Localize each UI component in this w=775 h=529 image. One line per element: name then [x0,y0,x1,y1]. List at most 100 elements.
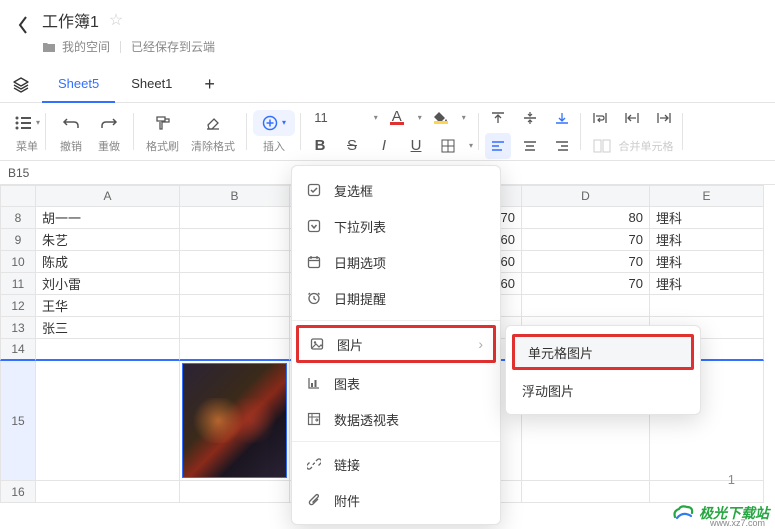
watermark-text: 极光下载站 [699,503,769,523]
menu-item-pivot[interactable]: 数据透视表 [292,401,500,437]
col-header-B[interactable]: B [180,185,290,207]
valign-middle-button[interactable] [517,105,543,131]
link-icon [306,456,322,472]
italic-button[interactable]: I [371,133,397,159]
add-sheet-button[interactable]: + [188,74,231,95]
undo-label: 撤销 [60,138,82,154]
cell[interactable] [180,295,290,317]
cell[interactable] [36,361,180,481]
cell[interactable]: 70 [522,273,650,295]
back-button[interactable] [16,8,30,36]
menu-item-image[interactable]: 图片› [296,325,496,363]
menu-separator [292,441,500,442]
row-header[interactable]: 13 [0,317,36,339]
align-left-button[interactable] [485,133,511,159]
insert-button[interactable]: ▾ [253,110,295,136]
undo-button[interactable] [58,110,84,136]
clear-format-label: 清除格式 [191,138,235,154]
row-header[interactable]: 11 [0,273,36,295]
row-header[interactable]: 16 [0,481,36,503]
underline-button[interactable]: U [403,133,429,159]
menu-item-dropdown[interactable]: 下拉列表 [292,208,500,244]
menu-item-attachment[interactable]: 附件 [292,482,500,518]
redo-button[interactable] [96,110,122,136]
clear-format-button[interactable] [200,110,226,136]
cell[interactable]: 埋科 [650,229,764,251]
toolbar: ▾ 菜单 撤销 重做 格式刷 清除格式 [0,103,775,161]
border-button[interactable] [435,133,461,159]
menu-label: 菜单 [16,138,38,154]
cell[interactable]: 陈成 [36,251,180,273]
wrap-text-button[interactable] [587,105,613,131]
cell[interactable] [180,317,290,339]
cell[interactable]: 胡一一 [36,207,180,229]
font-size-select[interactable]: 11 [314,110,328,125]
cell[interactable]: 王华 [36,295,180,317]
cell[interactable]: 70 [522,251,650,273]
font-color-button[interactable]: A [384,105,410,131]
layers-icon[interactable] [12,76,30,94]
cell[interactable] [180,251,290,273]
submenu-cell-image[interactable]: 单元格图片 [512,334,694,370]
valign-bottom-button[interactable] [549,105,575,131]
inserted-image[interactable] [182,363,287,478]
cell[interactable]: 80 [522,207,650,229]
tab-sheet1[interactable]: Sheet1 [115,67,188,103]
tab-sheet5[interactable]: Sheet5 [42,67,115,103]
row-header[interactable]: 9 [0,229,36,251]
format-painter-button[interactable] [150,110,176,136]
cell[interactable]: 埋科 [650,273,764,295]
cell[interactable] [180,339,290,361]
cell[interactable] [36,481,180,503]
cell[interactable] [522,481,650,503]
cell[interactable] [650,295,764,317]
col-header-D[interactable]: D [522,185,650,207]
valign-top-button[interactable] [485,105,511,131]
row-header[interactable]: 12 [0,295,36,317]
cell[interactable]: 70 [522,229,650,251]
pivot-icon [306,411,322,427]
row-header[interactable]: 8 [0,207,36,229]
strikethrough-button[interactable]: S [339,133,365,159]
cell[interactable]: 刘小雷 [36,273,180,295]
submenu-float-image[interactable]: 浮动图片 [506,372,700,408]
merge-label: 合并单元格 [619,138,674,154]
cell[interactable] [650,481,764,503]
row-header[interactable]: 10 [0,251,36,273]
menu-item-date-option[interactable]: 日期选项 [292,244,500,280]
select-all-corner[interactable] [0,185,36,207]
folder-icon [42,41,56,53]
row-header[interactable]: 15 [0,361,36,481]
align-right-button[interactable] [549,133,575,159]
star-icon[interactable]: ☆ [109,10,123,30]
fill-color-button[interactable] [428,105,454,131]
menu-item-date-remind[interactable]: 日期提醒 [292,280,500,316]
col-header-E[interactable]: E [650,185,764,207]
cell[interactable]: 埋科 [650,207,764,229]
cell[interactable]: 埋科 [650,251,764,273]
menu-button[interactable]: ▾ [14,110,40,136]
calendar-icon [306,254,322,270]
merge-cells-button[interactable] [591,133,613,159]
col-header-A[interactable]: A [36,185,180,207]
watermark: 极光下载站 [671,503,769,523]
cell[interactable] [180,273,290,295]
indent-button[interactable] [651,105,677,131]
menu-item-link[interactable]: 链接 [292,446,500,482]
cell[interactable] [180,481,290,503]
cell[interactable] [522,295,650,317]
bold-button[interactable]: B [307,133,333,159]
space-label[interactable]: 我的空间 [62,38,110,55]
cell[interactable] [180,229,290,251]
outdent-button[interactable] [619,105,645,131]
cell-image[interactable] [180,361,290,481]
menu-item-checkbox[interactable]: 复选框 [292,172,500,208]
align-center-button[interactable] [517,133,543,159]
row-header[interactable]: 14 [0,339,36,361]
cell[interactable]: 张三 [36,317,180,339]
insert-label: 插入 [263,138,285,154]
cell[interactable] [36,339,180,361]
menu-item-chart[interactable]: 图表 [292,365,500,401]
cell[interactable] [180,207,290,229]
cell[interactable]: 朱艺 [36,229,180,251]
